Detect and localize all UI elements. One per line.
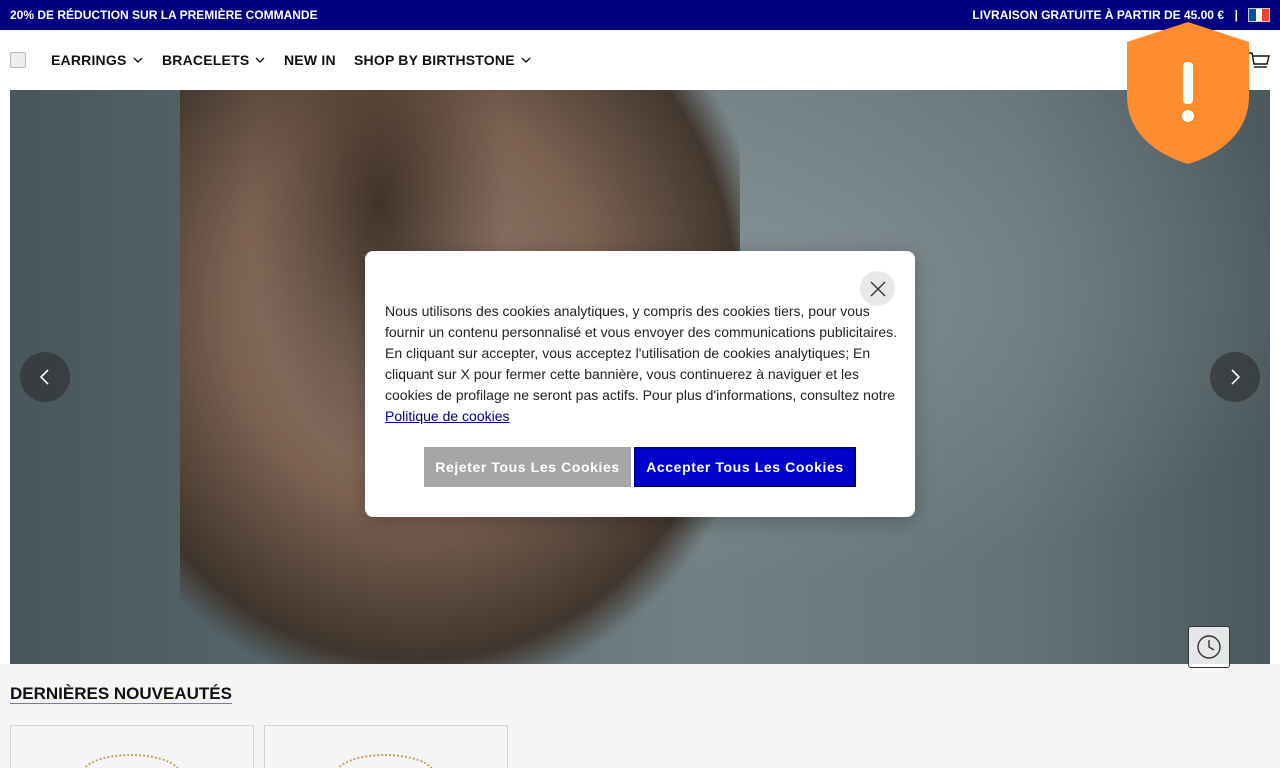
clock-icon bbox=[1197, 635, 1221, 659]
nav-item-shop-by-birthstone[interactable]: SHOP BY BIRTHSTONE bbox=[354, 52, 532, 68]
cart-icon[interactable] bbox=[1248, 51, 1270, 71]
carousel-prev-button[interactable] bbox=[20, 352, 70, 402]
modal-backdrop-lower bbox=[0, 664, 1280, 768]
accept-cookies-button[interactable]: Accepter Tous Les Cookies bbox=[634, 447, 856, 487]
cookie-policy-link[interactable]: Politique de cookies bbox=[385, 408, 510, 424]
nav-item-label: EARRINGS bbox=[51, 52, 127, 68]
logo-image[interactable] bbox=[10, 52, 26, 68]
nav-item-label: SHOP BY BIRTHSTONE bbox=[354, 52, 515, 68]
page: 20% DE RÉDUCTION SUR LA PREMIÈRE COMMAND… bbox=[0, 0, 1280, 768]
france-flag-icon[interactable] bbox=[1248, 8, 1270, 22]
shield-alert-icon[interactable] bbox=[1125, 20, 1251, 166]
nav-item-bracelets[interactable]: BRACELETS bbox=[162, 52, 266, 68]
nav-item-new-in[interactable]: NEW IN bbox=[284, 52, 336, 68]
history-button[interactable] bbox=[1188, 626, 1230, 668]
cookie-body-text: Nous utilisons des cookies analytiques, … bbox=[385, 303, 898, 403]
chevron-left-icon bbox=[39, 369, 49, 385]
announcement-bar: 20% DE RÉDUCTION SUR LA PREMIÈRE COMMAND… bbox=[0, 0, 1280, 30]
close-icon bbox=[870, 281, 885, 296]
carousel-next-button[interactable] bbox=[1210, 352, 1260, 402]
chevron-right-icon bbox=[1231, 369, 1241, 385]
cookie-consent-modal: Nous utilisons des cookies analytiques, … bbox=[365, 251, 915, 517]
nav-item-label: NEW IN bbox=[284, 52, 336, 68]
chevron-down-icon bbox=[255, 57, 265, 63]
promo-text: 20% DE RÉDUCTION SUR LA PREMIÈRE COMMAND… bbox=[10, 8, 318, 22]
reject-cookies-button[interactable]: Rejeter Tous Les Cookies bbox=[424, 447, 631, 487]
nav-item-earrings[interactable]: EARRINGS bbox=[51, 52, 144, 68]
cookie-message: Nous utilisons des cookies analytiques, … bbox=[385, 301, 900, 427]
chevron-down-icon bbox=[521, 57, 531, 63]
chevron-down-icon bbox=[133, 57, 142, 63]
main-nav: EARRINGS BRACELETS NEW IN SHOP BY BIRTHS… bbox=[0, 30, 1280, 90]
nav-item-label: BRACELETS bbox=[162, 52, 250, 68]
